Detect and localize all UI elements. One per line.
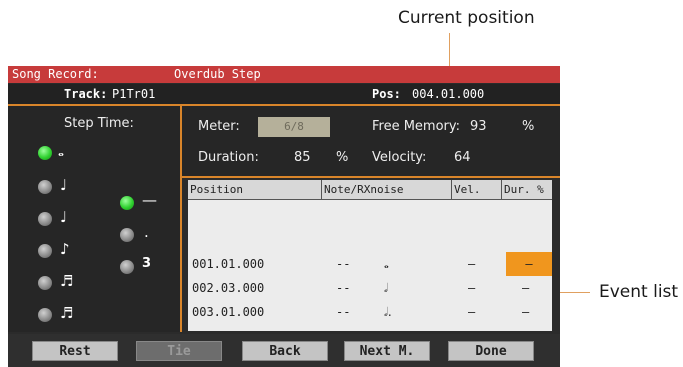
modifier-dot-radio[interactable] xyxy=(120,228,134,242)
dot-icon: . xyxy=(144,223,149,241)
step-sixteenth-radio[interactable] xyxy=(38,276,52,290)
track-bar: Track: P1Tr01 Pos: 004.01.000 xyxy=(8,84,560,106)
back-button[interactable]: Back xyxy=(242,341,328,361)
current-position-value: 004.01.000 xyxy=(412,87,485,101)
done-button[interactable]: Done xyxy=(448,341,534,361)
free-memory-value: 93 xyxy=(470,119,487,134)
pos-label: Pos: xyxy=(372,87,401,101)
whole-note-icon: 𝅝 xyxy=(58,142,64,160)
triplet-icon: 3 xyxy=(142,256,152,271)
column-velocity: Vel. xyxy=(452,180,502,199)
row-duration: – xyxy=(522,305,530,319)
step-thirtysecond-radio[interactable] xyxy=(38,308,52,322)
half-note-icon: ♩ xyxy=(60,176,68,194)
velocity-value[interactable]: 64 xyxy=(454,150,471,165)
free-memory-unit: % xyxy=(522,119,535,134)
step-time-panel: Step Time: 𝅝 ♩ ♩ ♪ ♬ ♬ — . 3 xyxy=(8,106,182,332)
title-bar: Song Record: Overdub Step xyxy=(8,66,560,83)
page-title: Song Record: xyxy=(12,67,99,81)
next-measure-button[interactable]: Next M. xyxy=(344,341,430,361)
current-position-callout: Current position xyxy=(398,8,535,28)
meter-field[interactable]: 6/8 xyxy=(258,117,330,137)
rest-button[interactable]: Rest xyxy=(32,341,118,361)
duration-value[interactable]: 85 xyxy=(294,150,311,165)
track-label: Track: xyxy=(64,87,108,101)
modifier-triplet-radio[interactable] xyxy=(120,260,134,274)
song-record-screen: Song Record: Overdub Step Track: P1Tr01 … xyxy=(8,66,560,367)
meter-label: Meter: xyxy=(198,119,240,134)
row-position: 002.03.000 xyxy=(192,281,265,295)
eighth-note-icon: ♪ xyxy=(60,240,70,258)
dotted-half-note-icon: 𝅗𝅥. xyxy=(384,305,392,319)
tie-button[interactable]: Tie xyxy=(136,341,222,361)
row-position: 003.01.000 xyxy=(192,305,265,319)
column-position: Position xyxy=(188,180,322,199)
sixteenth-note-icon: ♬ xyxy=(60,272,74,290)
table-row[interactable]: 001.01.000 -- 𝅝 – – xyxy=(188,252,552,276)
table-row[interactable]: 002.03.000 -- 𝅗𝅥 – – xyxy=(188,276,552,300)
row-duration[interactable]: – xyxy=(506,252,552,276)
info-panel: Meter: 6/8 Free Memory: 93 % Duration: 8… xyxy=(182,106,560,178)
row-duration: – xyxy=(522,281,530,295)
step-time-title: Step Time: xyxy=(64,116,134,131)
row-note: -- xyxy=(336,257,351,271)
step-whole-radio[interactable] xyxy=(38,146,52,160)
row-position: 001.01.000 xyxy=(192,257,265,271)
step-half-radio[interactable] xyxy=(38,180,52,194)
button-bar: Rest Tie Back Next M. Done xyxy=(8,334,560,367)
free-memory-label: Free Memory: xyxy=(372,119,461,134)
column-duration: Dur. % xyxy=(504,183,544,196)
step-quarter-radio[interactable] xyxy=(38,212,52,226)
velocity-label: Velocity: xyxy=(372,150,427,165)
row-velocity: – xyxy=(468,257,476,271)
table-row[interactable]: 003.01.000 -- 𝅗𝅥. – – xyxy=(188,300,552,324)
duration-unit: % xyxy=(336,150,349,165)
column-note: Note/RXnoise xyxy=(322,180,452,199)
row-note: -- xyxy=(336,305,351,319)
row-velocity: – xyxy=(468,281,476,295)
thirtysecond-note-icon: ♬ xyxy=(60,304,74,322)
event-list-table: Position Note/RXnoise Vel. Dur. % 001.01… xyxy=(188,180,552,331)
duration-label: Duration: xyxy=(198,150,259,165)
quarter-note-icon: ♩ xyxy=(60,208,68,226)
row-velocity: – xyxy=(468,305,476,319)
normal-icon: — xyxy=(142,191,157,209)
step-eighth-radio[interactable] xyxy=(38,244,52,258)
track-value[interactable]: P1Tr01 xyxy=(112,84,155,104)
whole-note-icon: 𝅝 xyxy=(384,257,389,271)
half-note-icon: 𝅗𝅥 xyxy=(384,281,388,295)
modifier-normal-radio[interactable] xyxy=(120,196,134,210)
mode-label: Overdub Step xyxy=(174,67,261,81)
event-list-header: Position Note/RXnoise Vel. Dur. % xyxy=(188,180,552,200)
row-note: -- xyxy=(336,281,351,295)
event-list-callout: Event list xyxy=(599,282,679,302)
